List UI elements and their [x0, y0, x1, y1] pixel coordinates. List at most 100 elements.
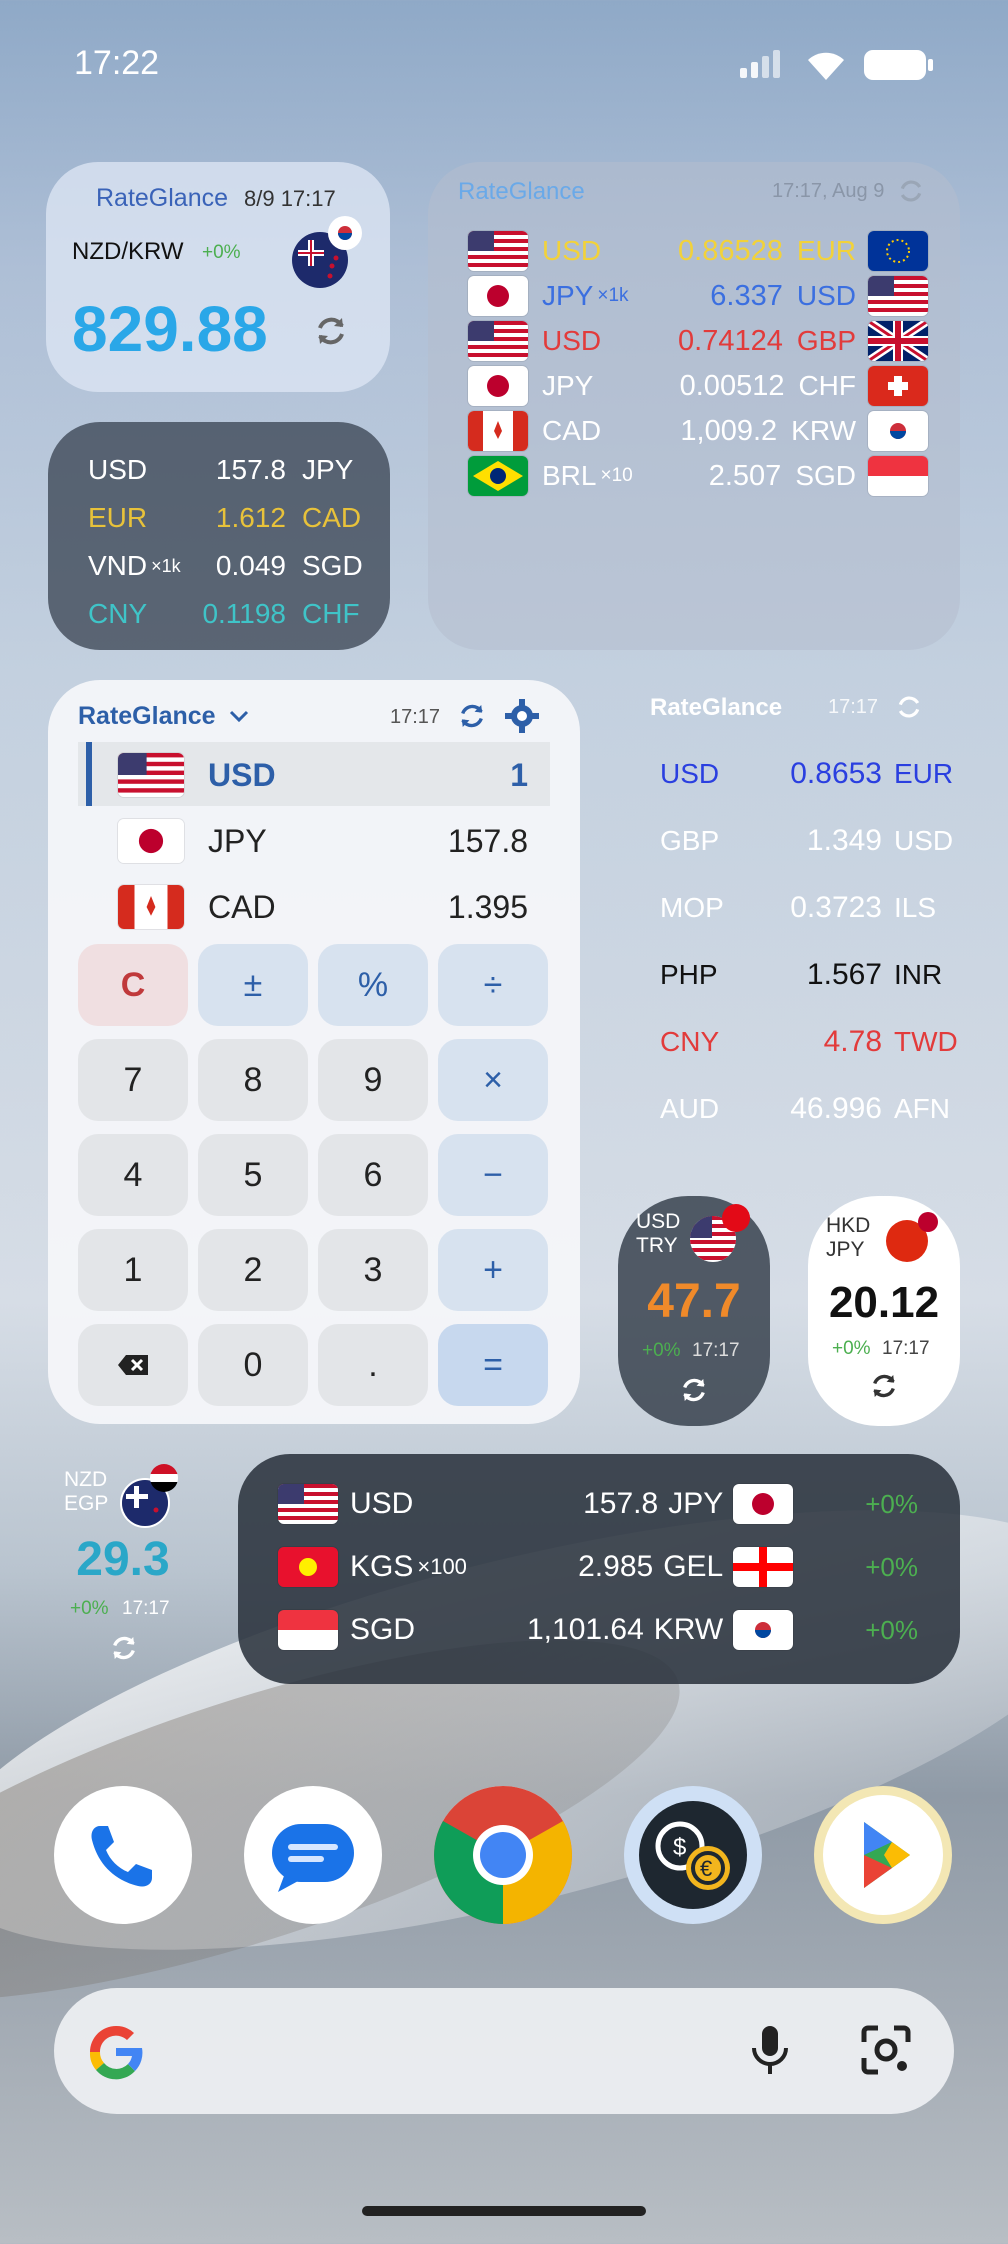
- currency-converter-app-icon[interactable]: $ €: [624, 1786, 762, 1924]
- currency-value: 157.8: [447, 822, 528, 859]
- gear-icon[interactable]: [504, 698, 540, 734]
- currency-row[interactable]: JPY 157.8: [118, 818, 528, 864]
- rate-row: USD 157.8 JPY +0%: [278, 1482, 918, 1526]
- refresh-icon[interactable]: [896, 176, 926, 206]
- tr-flag-icon: [722, 1204, 750, 1232]
- from-code: JPY: [542, 370, 594, 401]
- key-5[interactable]: 5: [198, 1134, 308, 1216]
- from-code: BRL: [542, 460, 597, 491]
- decimal-button[interactable]: .: [318, 1324, 428, 1406]
- percent-button[interactable]: %: [318, 944, 428, 1026]
- currency-row[interactable]: CAD 1.395: [118, 884, 528, 930]
- rate-value: 1,009.2: [680, 414, 778, 447]
- play-store-app-icon[interactable]: [814, 1786, 952, 1924]
- rate-value: 157.8: [215, 454, 286, 485]
- backspace-button[interactable]: [78, 1324, 188, 1406]
- google-icon: [89, 2025, 143, 2080]
- to-code: JPY: [302, 454, 354, 485]
- rate-row: USD 157.8 JPY: [88, 450, 358, 490]
- from-code: VND: [88, 550, 148, 581]
- rate-row: USD 0.86528 EUR: [468, 230, 928, 272]
- rate-row: SGD 1,101.64 KRW +0%: [278, 1608, 918, 1652]
- key-2[interactable]: 2: [198, 1229, 308, 1311]
- rate-value: 0.00512: [679, 369, 785, 402]
- dark-change-widget[interactable]: USD 157.8 JPY +0% KGS ×100 2.985 GEL +0% SGD 1,101…: [238, 1454, 960, 1684]
- to-code: SGD: [302, 550, 363, 581]
- plus-minus-button[interactable]: ±: [198, 944, 308, 1026]
- key-1[interactable]: 1: [78, 1229, 188, 1311]
- clear-button[interactable]: C: [78, 944, 188, 1026]
- usd-flag-icon: [118, 753, 184, 797]
- multiply-button[interactable]: ×: [438, 1039, 548, 1121]
- from-code: GBP: [660, 825, 720, 856]
- refresh-icon[interactable]: [868, 1370, 900, 1402]
- to-code: EGP: [64, 1492, 109, 1515]
- change-label: +0%: [642, 1340, 681, 1361]
- refresh-icon[interactable]: [108, 1632, 140, 1664]
- usd-flag-icon: [868, 276, 928, 316]
- backspace-icon: [118, 1355, 148, 1375]
- nzd-egp-widget[interactable]: NZD EGP 29.3 +0% 17:17: [48, 1460, 198, 1680]
- rate-value: 0.049: [215, 550, 286, 581]
- refresh-icon[interactable]: [456, 700, 488, 732]
- currency-row[interactable]: USD 1: [118, 752, 528, 798]
- rate-row: CAD 1,009.2 KRW: [468, 410, 928, 452]
- transparent-rate-widget[interactable]: RateGlance 17:17 USD 0.8653 EUR GBP 1.349 USD…: [632, 690, 962, 1150]
- refresh-icon[interactable]: [894, 692, 924, 722]
- rate-value: 46.996: [790, 1092, 882, 1125]
- rate-value: 4.78: [823, 1025, 882, 1058]
- key-8[interactable]: 8: [198, 1039, 308, 1121]
- key-label: 1: [123, 1250, 143, 1289]
- dark-rate-widget[interactable]: USD 157.8 JPY EUR 1.612 CAD VND ×1k 0.049 SGD CNY 0…: [48, 422, 390, 650]
- to-code: EUR: [796, 235, 856, 266]
- plus-button[interactable]: +: [438, 1229, 548, 1311]
- hkd-jpy-widget[interactable]: HKD JPY 20.12 +0% 17:17: [808, 1196, 960, 1426]
- app-title: RateGlance: [650, 694, 783, 721]
- calculator-widget[interactable]: RateGlance 17:17 USD 1 JPY 157.8 CAD 1.395 C ±…: [48, 680, 580, 1424]
- to-code: USD: [796, 280, 856, 311]
- kr-flag-icon: [328, 216, 362, 250]
- time-label: 17:17: [122, 1598, 170, 1619]
- google-lens-icon[interactable]: [856, 2020, 916, 2080]
- to-code: GEL: [663, 1550, 724, 1583]
- usd-try-widget[interactable]: USD TRY 47.7 +0% 17:17: [618, 1196, 770, 1426]
- from-code: SGD: [350, 1613, 416, 1646]
- gesture-nav-bar[interactable]: [362, 2206, 646, 2216]
- multiplier: ×1k: [151, 555, 181, 576]
- rate-value: 1.349: [806, 824, 882, 857]
- refresh-icon[interactable]: [678, 1374, 710, 1406]
- equals-button[interactable]: =: [438, 1324, 548, 1406]
- nzd-krw-widget[interactable]: RateGlance 8/9 17:17 NZD/KRW +0% 829.88: [46, 162, 390, 392]
- rate-row: USD 0.74124 GBP: [468, 320, 928, 362]
- divide-button[interactable]: ÷: [438, 944, 548, 1026]
- google-search-bar[interactable]: [54, 1988, 954, 2114]
- key-3[interactable]: 3: [318, 1229, 428, 1311]
- key-7[interactable]: 7: [78, 1039, 188, 1121]
- multiplier: ×1k: [597, 285, 629, 306]
- messages-app-icon[interactable]: [244, 1786, 382, 1924]
- rate-row: GBP 1.349 USD: [660, 821, 953, 861]
- rate-row: CNY 0.1198 CHF: [88, 594, 360, 634]
- key-4[interactable]: 4: [78, 1134, 188, 1216]
- change-label: +0%: [202, 242, 241, 263]
- phone-app-icon[interactable]: [54, 1786, 192, 1924]
- time-label: 17:17: [390, 706, 441, 728]
- brl-flag-icon: [468, 456, 528, 496]
- chevron-down-icon[interactable]: [228, 708, 250, 724]
- key-label: −: [483, 1155, 503, 1194]
- from-code: USD: [636, 1210, 681, 1233]
- refresh-icon[interactable]: [312, 312, 350, 350]
- to-code: TRY: [636, 1234, 678, 1257]
- rate-row: CNY 4.78 TWD: [660, 1022, 958, 1062]
- rate-row: BRL ×10 2.507 SGD: [468, 455, 928, 497]
- microphone-icon[interactable]: [738, 2018, 802, 2082]
- multi-rate-widget[interactable]: RateGlance 17:17, Aug 9 USD 0.86528 EUR JPY…: [428, 162, 960, 650]
- key-0[interactable]: 0: [198, 1324, 308, 1406]
- key-9[interactable]: 9: [318, 1039, 428, 1121]
- time-label: 17:17: [828, 696, 879, 718]
- minus-button[interactable]: −: [438, 1134, 548, 1216]
- key-6[interactable]: 6: [318, 1134, 428, 1216]
- key-label: 6: [363, 1155, 383, 1194]
- chrome-app-icon[interactable]: [434, 1786, 572, 1924]
- usd-flag-icon: [278, 1484, 338, 1524]
